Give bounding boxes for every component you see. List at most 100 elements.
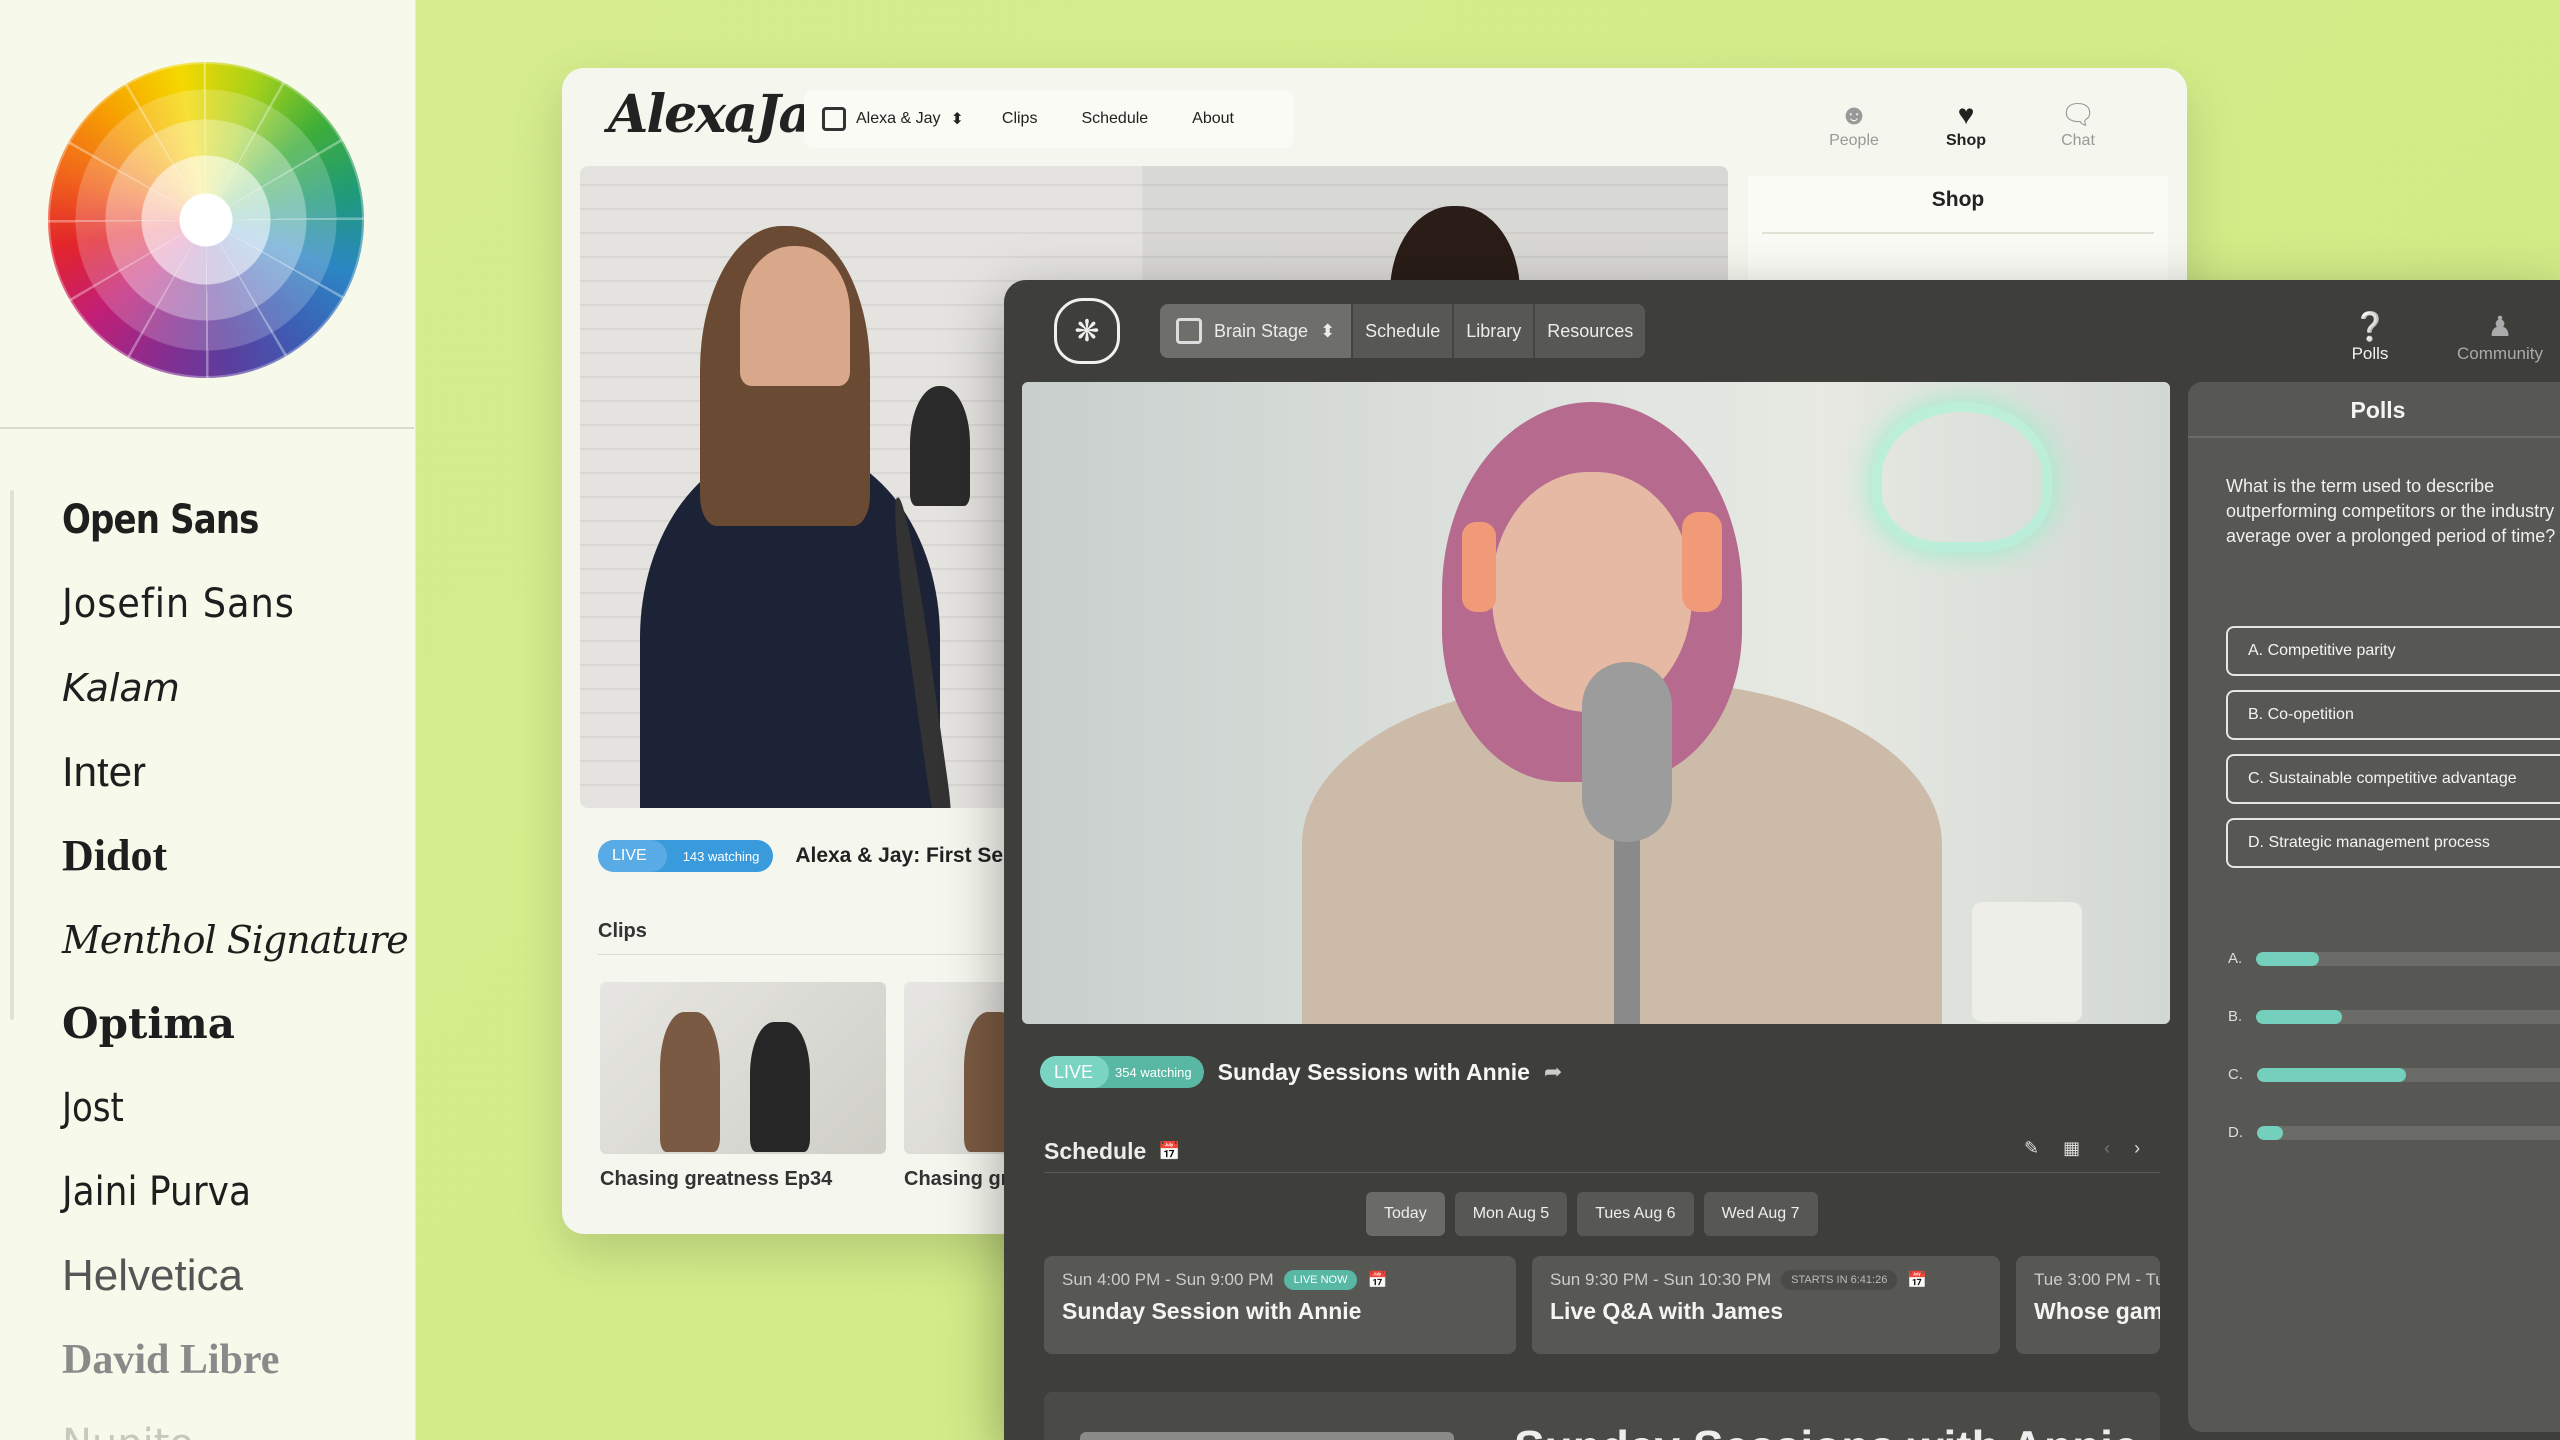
font-option[interactable]: Josefin Sans (62, 562, 375, 646)
watching-count: 354 watching (1115, 1064, 1192, 1080)
nav-about[interactable]: About (1192, 110, 1234, 128)
featured-session-card[interactable]: Sunday Sessions with Annie (1044, 1392, 2160, 1440)
polls-heading: Polls (2188, 382, 2560, 438)
nav-clips[interactable]: Clips (1002, 110, 1038, 128)
chat-icon: 🗨 (2060, 99, 2096, 130)
day-tab-today[interactable]: Today (1366, 1192, 1445, 1236)
nav-resources[interactable]: Resources (1533, 304, 1645, 358)
tab-label: Chat (2061, 132, 2095, 149)
share-icon[interactable]: ➦ (1544, 1059, 1562, 1085)
channel-logo-icon (1176, 318, 1202, 344)
day-tab[interactable]: Tues Aug 6 (1577, 1192, 1694, 1236)
event-time: Sun 9:30 PM - Sun 10:30 PM (1550, 1270, 1772, 1289)
channel-selector[interactable]: Brain Stage ⬍ (1160, 304, 1352, 358)
brain-logo-icon[interactable]: ❋ (1054, 298, 1120, 364)
color-wheel[interactable] (48, 62, 364, 378)
poll-option[interactable]: D. Strategic management process (2226, 818, 2560, 868)
updown-caret-icon: ⬍ (1320, 320, 1336, 341)
font-option[interactable]: Jaini Purva (62, 1150, 368, 1234)
starts-in-badge: STARTS IN 6:41:26 (1781, 1270, 1898, 1290)
font-option[interactable]: Kalam (62, 646, 402, 730)
font-list: Open Sans Josefin Sans Kalam Inter Didot… (62, 478, 409, 1440)
shop-heading: Shop (1762, 176, 2154, 234)
font-option[interactable]: Helvetica (62, 1234, 402, 1318)
result-label: D. (2228, 1124, 2243, 1141)
channel-selector-label: Brain Stage (1214, 320, 1309, 341)
event-time: Sun 4:00 PM - Sun 9:00 PM (1062, 1270, 1274, 1289)
tab-polls[interactable]: ❔ Polls (2320, 310, 2420, 364)
chevron-right-icon[interactable]: › (2134, 1138, 2140, 1159)
clip-card[interactable]: Chasing greatness Ep34 (600, 982, 886, 1191)
font-option[interactable]: Didot (62, 814, 402, 898)
video-player[interactable] (1022, 382, 2170, 1024)
result-bar-track (2256, 1009, 2560, 1024)
live-label: LIVE (1040, 1056, 1110, 1088)
calendar-add-icon[interactable]: 📅 (1158, 1141, 1180, 1162)
font-option[interactable]: Open Sans (62, 478, 351, 562)
font-option[interactable]: Optima (62, 982, 402, 1066)
event-time-row: Sun 4:00 PM - Sun 9:00 PM LIVE NOW 📅 (1062, 1270, 1498, 1290)
font-option[interactable]: David Libre (62, 1318, 402, 1402)
result-bar (2257, 1067, 2406, 1082)
event-name: Live Q&A with James (1550, 1298, 1784, 1324)
session-thumbnail (1080, 1432, 1454, 1440)
channel-selector-label: Alexa & Jay (856, 110, 941, 127)
poll-option[interactable]: B. Co-opetition (2226, 690, 2560, 740)
grid-icon[interactable]: ▦ (2063, 1138, 2080, 1159)
schedule-event[interactable]: Sun 9:30 PM - Sun 10:30 PM STARTS IN 6:4… (1532, 1256, 2000, 1354)
video-frame (1972, 902, 2082, 1022)
font-option[interactable]: Menthol Signature (62, 898, 409, 982)
divider (1044, 1172, 2160, 1173)
live-now-badge: LIVE NOW (1283, 1270, 1358, 1290)
updown-caret-icon: ⬍ (950, 111, 964, 128)
clip-thumbnail[interactable] (600, 982, 886, 1154)
event-time-row: Tue 3:00 PM - Tue 4:00 PM (2034, 1270, 2160, 1290)
result-bar (2256, 1009, 2342, 1024)
tab-community[interactable]: ♟ Community (2450, 310, 2550, 364)
font-option[interactable]: Nunito (62, 1402, 402, 1440)
font-list-scrollbar[interactable] (10, 490, 14, 1020)
top-nav: Brain Stage ⬍ Schedule Library Resources (1160, 304, 1646, 358)
day-tab[interactable]: Mon Aug 5 (1454, 1192, 1568, 1236)
event-name: Sunday Session with Annie (1062, 1298, 1362, 1324)
nav-schedule[interactable]: Schedule (1351, 304, 1452, 358)
tab-shop[interactable]: ♥ Shop (1934, 98, 1998, 150)
font-picker-panel: Open Sans Josefin Sans Kalam Inter Didot… (0, 0, 416, 1440)
calendar-add-icon[interactable]: 📅 (1367, 1270, 1387, 1290)
tab-label: Shop (1946, 132, 1986, 149)
smiley-icon: ☻ (1839, 99, 1869, 130)
schedule-header: Schedule 📅 (1044, 1138, 1181, 1165)
day-tab[interactable]: Wed Aug 7 (1703, 1192, 1818, 1236)
result-bar-track (2257, 1067, 2560, 1082)
nav-schedule[interactable]: Schedule (1081, 110, 1148, 128)
poll-option[interactable]: C. Sustainable competitive advantage (2226, 754, 2560, 804)
chevron-left-icon[interactable]: ‹ (2104, 1138, 2110, 1159)
session-title: Sunday Sessions with Annie (1514, 1420, 2139, 1440)
event-time: Tue 3:00 PM - Tue 4:00 PM (2034, 1270, 2160, 1289)
calendar-add-icon[interactable]: 📅 (1907, 1270, 1927, 1290)
question-icon: ❔ (2352, 311, 2388, 342)
result-label: A. (2228, 950, 2243, 967)
tab-people[interactable]: ☻ People (1822, 98, 1886, 150)
video-frame (910, 386, 970, 506)
schedule-event[interactable]: Tue 3:00 PM - Tue 4:00 PM Whose game is … (2016, 1256, 2160, 1354)
video-frame (740, 246, 850, 386)
edit-icon[interactable]: ✎ (2024, 1138, 2039, 1159)
top-nav: Alexa & Jay ⬍ Clips Schedule About (804, 90, 1294, 148)
channel-selector[interactable]: Alexa & Jay ⬍ (822, 107, 964, 131)
live-badge: LIVE 143 watching (598, 840, 774, 872)
live-status-row: LIVE 143 watching Alexa & Jay: First Ses… (598, 840, 1058, 872)
video-frame (1682, 512, 1722, 612)
font-option[interactable]: Inter (62, 730, 402, 814)
polls-panel: Polls What is the term used to describe … (2188, 382, 2560, 1432)
poll-option[interactable]: A. Competitive parity (2226, 626, 2560, 676)
video-frame (1614, 832, 1640, 1024)
nav-library[interactable]: Library (1452, 304, 1533, 358)
stream-title: Sunday Sessions with Annie (1217, 1058, 1530, 1085)
font-option[interactable]: Jost (62, 1066, 351, 1150)
tab-chat[interactable]: 🗨 Chat (2046, 98, 2110, 150)
poll-question: What is the term used to describe outper… (2226, 476, 2556, 546)
schedule-event[interactable]: Sun 4:00 PM - Sun 9:00 PM LIVE NOW 📅 Sun… (1044, 1256, 1516, 1354)
clip-title: Chasing greatness Ep34 (600, 1168, 833, 1190)
poll-result-row: B. (2228, 1008, 2560, 1025)
